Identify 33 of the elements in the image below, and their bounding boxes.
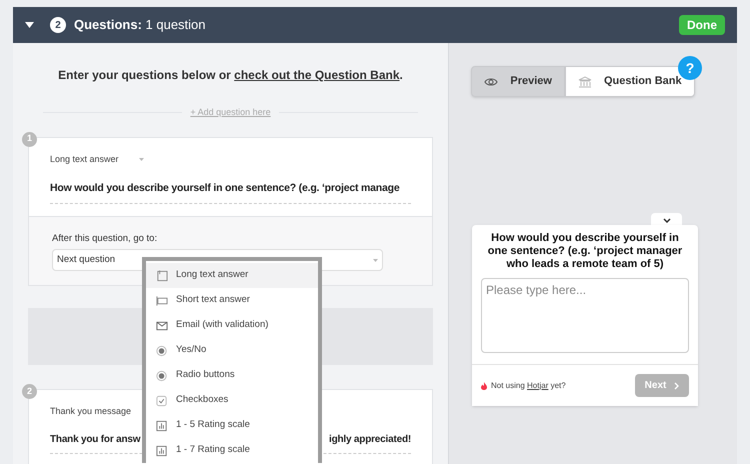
checkbox-icon [156,394,168,406]
question-number: 1 [22,132,37,146]
caret-icon [373,258,378,262]
bar-chart-icon [156,420,168,432]
short-text-icon [156,294,168,306]
eye-icon [484,76,498,88]
intro-text: Enter your questions below or check out the Question Bank. [57,67,404,84]
view-tab[interactable]: Preview [471,66,565,97]
flame-icon [481,382,487,390]
chevron-right-icon [674,382,680,390]
building-icon [578,76,592,88]
question-text[interactable]: ighly appreciated! [329,432,411,446]
chevron-down-icon [662,218,670,222]
radio-icon [156,370,168,382]
step-number: 2 [50,17,66,33]
preview-question: How would you describe yourself in one sentence? (e.g. ‘project manager who leads a remote team of 5) [486,231,684,271]
question-text[interactable]: How would you describe yourself in one sentence? (e.g. ‘project manage [50,181,411,204]
answer-box[interactable]: Please type here... [481,278,689,353]
question-type-label: Thank you message [50,405,132,418]
section-title: Questions: 1 question [74,16,206,34]
caret-icon[interactable] [25,22,34,28]
question-number: 2 [22,384,37,399]
logic-label: After this question, go to: [52,232,158,246]
question-bank-link[interactable]: check out the Question Bank [234,68,400,82]
radio-icon [156,344,168,356]
footer-text: Not using Hotjar yet? [491,380,566,392]
long-text-icon [156,270,168,282]
question-text[interactable]: Thank you for answ [50,432,140,446]
hotjar-link[interactable]: Hotjar [527,380,548,390]
envelope-icon [156,320,168,332]
menu-item[interactable]: Long text answer [146,263,318,288]
question-type-label: Long text answer [50,152,119,166]
bar-chart-icon [156,444,168,456]
